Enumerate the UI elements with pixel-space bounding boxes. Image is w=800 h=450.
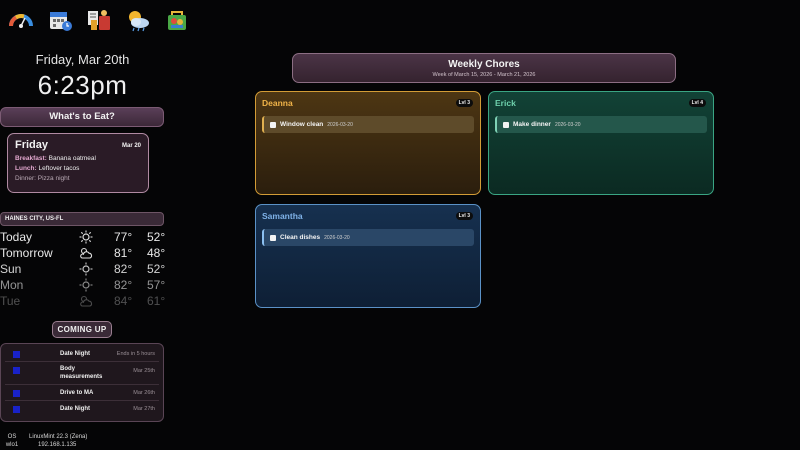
- forecast-day: Today: [0, 230, 33, 244]
- forecast-row: Sun 82° 52°: [0, 261, 170, 277]
- event-title: Body measurements: [60, 366, 103, 380]
- forecast-high: 84°: [114, 294, 133, 308]
- shopping-icon[interactable]: [164, 8, 190, 32]
- partly-cloudy-icon: [80, 295, 93, 307]
- person-name: Samantha: [262, 211, 303, 221]
- forecast-low: 52°: [147, 230, 166, 244]
- events-list: Date Night Ends in 5 hours Body measurem…: [0, 343, 164, 422]
- meal-lunch: Lunch: Leftover tacos: [15, 165, 80, 172]
- forecast-low: 48°: [147, 246, 166, 260]
- chore-item[interactable]: Make dinner 2026-03-20: [495, 116, 707, 133]
- chore-checkbox[interactable]: [270, 234, 276, 241]
- sun-icon: [79, 230, 93, 244]
- forecast-high: 81°: [114, 246, 133, 260]
- meal-breakfast: Breakfast: Banana oatmeal: [15, 155, 96, 162]
- partly-cloudy-icon: [80, 247, 93, 259]
- forecast-day: Tue: [0, 294, 21, 308]
- chores-title: Weekly Chores: [448, 59, 520, 70]
- chores-week-range: Week of March 15, 2026 - March 21, 2026: [432, 72, 536, 78]
- chore-name: Make dinner: [513, 121, 551, 128]
- forecast-day: Tomorrow: [0, 246, 53, 260]
- event-when: Mar 25th: [133, 368, 155, 374]
- event-item[interactable]: Date Night Mar 27th: [5, 401, 159, 417]
- chore-date: 2026-03-20: [554, 121, 581, 128]
- forecast-high: 77°: [114, 230, 133, 244]
- forecast-row: Tue 84° 61°: [0, 293, 170, 309]
- forecast-row: Mon 82° 57°: [0, 277, 170, 293]
- level-badge: Lvl 3: [455, 99, 473, 107]
- event-when: Ends in 5 hours: [116, 351, 155, 357]
- event-item[interactable]: Date Night Ends in 5 hours: [5, 346, 159, 362]
- event-color-marker: [13, 351, 20, 358]
- forecast-row: Today 77° 52°: [0, 229, 170, 245]
- person-name: Erick: [495, 98, 516, 108]
- chores-header: Weekly Chores Week of March 15, 2026 - M…: [292, 53, 676, 83]
- forecast-high: 82°: [114, 278, 133, 292]
- forecast-row: Tomorrow 81° 48°: [0, 245, 170, 261]
- sun-icon: [79, 278, 93, 292]
- chore-name: Clean dishes: [280, 234, 321, 241]
- chore-item[interactable]: Window clean 2026-03-20: [262, 116, 474, 133]
- chore-date: 2026-03-20: [324, 234, 350, 241]
- forecast-low: 61°: [147, 294, 166, 308]
- chore-card-samantha: Samantha Lvl 3 Clean dishes 2026-03-20: [255, 204, 481, 308]
- level-badge: Lvl 4: [688, 99, 706, 107]
- current-time: 6:23pm: [37, 70, 128, 100]
- event-title: Drive to MA: [60, 390, 94, 396]
- chore-card-erick: Erick Lvl 4 Make dinner 2026-03-20: [488, 91, 714, 195]
- system-info-value: LinuxMint 22.3 (Zena): [29, 434, 88, 440]
- event-color-marker: [13, 367, 20, 374]
- clock-widget: Friday, Mar 20th 6:23pm: [0, 52, 165, 101]
- meal-date: Mar 20: [121, 143, 141, 149]
- sun-icon: [79, 262, 93, 276]
- weather-icon[interactable]: [125, 8, 151, 32]
- meals-header[interactable]: What's to Eat?: [0, 107, 164, 127]
- event-item[interactable]: Body measurements Mar 25th: [5, 362, 159, 385]
- current-date: Friday, Mar 20th: [35, 52, 130, 67]
- coming-up-header[interactable]: COMING UP: [52, 321, 112, 338]
- chore-checkbox[interactable]: [503, 121, 509, 128]
- system-info-key: OS: [7, 434, 17, 440]
- meal-dinner: Dinner: Pizza night: [15, 175, 70, 182]
- calendar-icon[interactable]: [47, 8, 73, 32]
- forecast-low: 52°: [147, 262, 166, 276]
- level-badge: Lvl 3: [455, 212, 473, 220]
- forecast-high: 82°: [114, 262, 133, 276]
- event-title: Date Night: [60, 351, 90, 357]
- chore-card-deanna: Deanna Lvl 3 Window clean 2026-03-20: [255, 91, 481, 195]
- system-info-key: wlo1: [5, 442, 19, 448]
- event-title: Date Night: [60, 406, 90, 412]
- forecast-day: Sun: [0, 262, 22, 276]
- person-name: Deanna: [262, 98, 293, 108]
- meal-card[interactable]: Friday Mar 20 Breakfast: Banana oatmeal …: [7, 133, 149, 193]
- event-when: Mar 26th: [133, 390, 155, 396]
- chore-item[interactable]: Clean dishes 2026-03-20: [262, 229, 474, 246]
- gauge-icon[interactable]: [8, 8, 34, 32]
- forecast-day: Mon: [0, 278, 24, 292]
- weather-location: HAINES CITY, US-FL: [0, 212, 164, 226]
- chore-checkbox[interactable]: [270, 121, 276, 128]
- chores-icon[interactable]: [86, 8, 112, 32]
- event-when: Mar 27th: [133, 406, 155, 412]
- chore-date: 2026-03-20: [327, 121, 353, 128]
- event-color-marker: [13, 406, 20, 413]
- weather-forecast: Today 77° 52° Tomorrow 81° 48° Sun 82° 5…: [0, 229, 170, 309]
- event-color-marker: [13, 390, 20, 397]
- app-launcher-bar: [8, 8, 190, 32]
- forecast-low: 57°: [147, 278, 166, 292]
- event-item[interactable]: Drive to MA Mar 26th: [5, 385, 159, 401]
- system-info-value: 192.168.1.135: [38, 442, 77, 448]
- chore-name: Window clean: [280, 121, 324, 128]
